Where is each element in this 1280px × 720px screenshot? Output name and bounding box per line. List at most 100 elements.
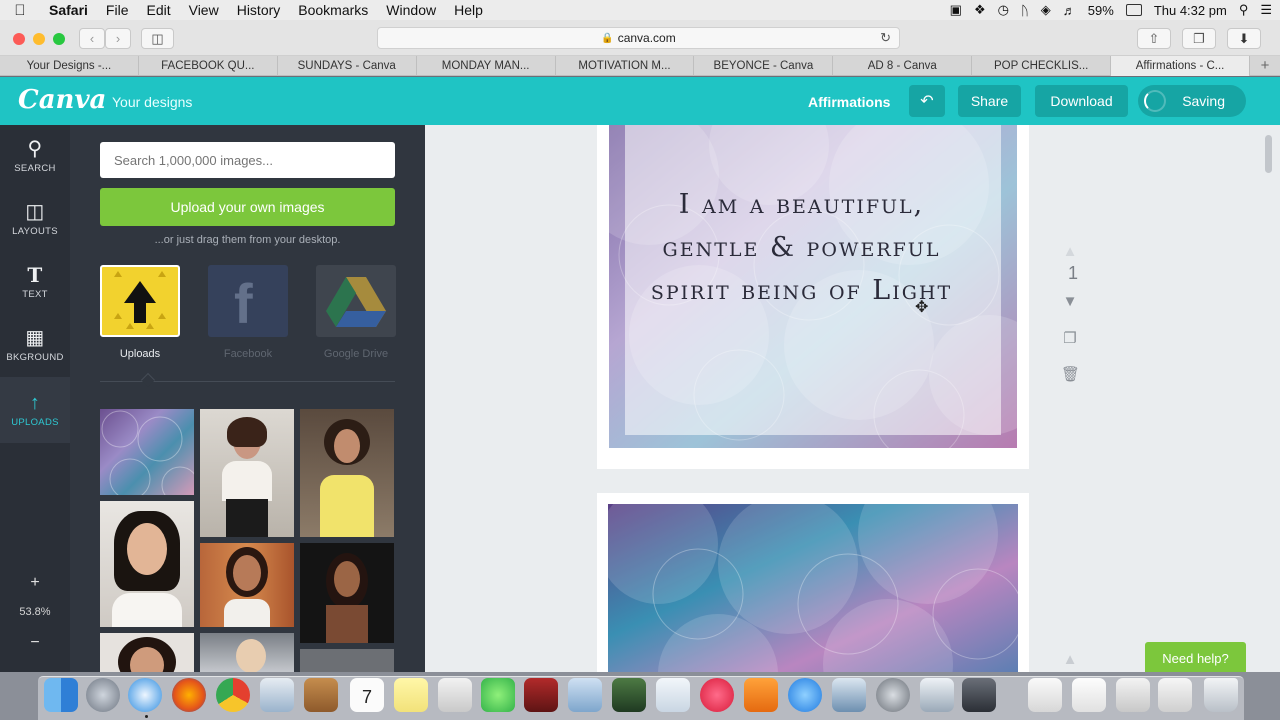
- safari-icon[interactable]: [128, 678, 162, 712]
- share-button[interactable]: Share: [958, 85, 1021, 117]
- delete-page-icon[interactable]: 🗑: [1061, 365, 1080, 383]
- launchpad-icon[interactable]: [86, 678, 120, 712]
- tab-monday[interactable]: MONDAY MAN...: [417, 56, 556, 76]
- tab-sundays[interactable]: SUNDAYS - Canva: [278, 56, 417, 76]
- back-button[interactable]: ‹: [79, 28, 105, 49]
- menu-edit[interactable]: Edit: [137, 2, 179, 18]
- clock[interactable]: Thu 4:32 pm: [1154, 3, 1227, 18]
- time-machine-icon[interactable]: ◷: [998, 2, 1009, 18]
- tab-motivation[interactable]: MOTIVATION M...: [556, 56, 695, 76]
- menu-history[interactable]: History: [228, 2, 290, 18]
- ibooks-icon[interactable]: [744, 678, 778, 712]
- tab-beyonce[interactable]: BEYONCE - Canva: [694, 56, 834, 76]
- zoom-out-button[interactable]: −: [25, 633, 45, 653]
- minimize-window-icon[interactable]: [33, 33, 45, 45]
- facebook-source[interactable]: f: [208, 265, 288, 337]
- menu-bookmarks[interactable]: Bookmarks: [289, 2, 377, 18]
- move-page-up-icon[interactable]: ▲: [1061, 243, 1079, 261]
- nav-layouts[interactable]: ◫ LAYOUTS: [0, 188, 70, 250]
- bluetooth-icon[interactable]: ᚢ: [1021, 3, 1029, 18]
- menu-app-name[interactable]: Safari: [40, 2, 97, 18]
- facetime-icon[interactable]: ▣: [950, 2, 962, 18]
- scrollbar[interactable]: [1265, 135, 1272, 173]
- uploaded-image-woman-partial-2[interactable]: [200, 633, 294, 672]
- uploaded-image-pattern[interactable]: [100, 409, 194, 495]
- uploaded-image-woman-brick-wall[interactable]: [200, 543, 294, 627]
- document-title[interactable]: Affirmations: [808, 94, 890, 110]
- uploaded-image-woman-dark[interactable]: [300, 543, 394, 643]
- reload-icon[interactable]: ↻: [880, 30, 891, 46]
- tab-facebook-quotes[interactable]: FACEBOOK QU...: [139, 56, 278, 76]
- tab-pop-checklist[interactable]: POP CHECKLIS...: [972, 56, 1112, 76]
- menu-file[interactable]: File: [97, 2, 138, 18]
- uploaded-image-woman-smiling[interactable]: [100, 501, 194, 627]
- dropbox-icon[interactable]: ❖: [974, 2, 986, 18]
- share-icon[interactable]: ⇧: [1137, 28, 1171, 49]
- sidebar-toggle-icon[interactable]: ◫: [141, 28, 174, 49]
- design-page-2[interactable]: [597, 493, 1029, 672]
- numbers-icon[interactable]: [656, 678, 690, 712]
- uploads-source[interactable]: [100, 265, 180, 337]
- image-capture-icon[interactable]: [920, 678, 954, 712]
- spotlight-icon[interactable]: ⚲: [1239, 2, 1249, 18]
- upload-images-button[interactable]: Upload your own images: [100, 188, 395, 226]
- new-tab-icon[interactable]: +: [1250, 56, 1280, 75]
- forward-button[interactable]: ›: [105, 28, 131, 49]
- menu-help[interactable]: Help: [445, 2, 492, 18]
- google-drive-source[interactable]: [316, 265, 396, 337]
- system-preferences-icon[interactable]: [876, 678, 910, 712]
- nav-text[interactable]: T TEXT: [0, 251, 70, 313]
- move-page-down-icon[interactable]: ▼: [1061, 293, 1079, 311]
- calendar-icon[interactable]: 7: [350, 678, 384, 712]
- trash-icon[interactable]: [1204, 678, 1238, 712]
- photo-booth-icon[interactable]: [524, 678, 558, 712]
- keynote-icon[interactable]: [832, 678, 866, 712]
- tab-ad-8[interactable]: AD 8 - Canva: [833, 56, 973, 76]
- battery-icon[interactable]: [1125, 4, 1142, 16]
- volume-icon[interactable]: ♬: [1063, 3, 1076, 18]
- address-bar[interactable]: 🔒 canva.com ↻: [377, 27, 900, 49]
- apple-icon[interactable]: : [0, 2, 40, 19]
- battery-percent[interactable]: 59%: [1088, 3, 1114, 18]
- finder-icon[interactable]: [44, 678, 78, 712]
- app-store-icon[interactable]: [788, 678, 822, 712]
- tab-affirmations[interactable]: Affirmations - C...: [1111, 56, 1251, 76]
- messages-icon[interactable]: [481, 678, 515, 712]
- download-button[interactable]: Download: [1035, 85, 1128, 117]
- documents-stack-icon[interactable]: [1072, 678, 1106, 712]
- preview-icon[interactable]: [568, 678, 602, 712]
- menu-view[interactable]: View: [180, 2, 228, 18]
- uploaded-image-woman-partial-3[interactable]: [300, 649, 394, 672]
- image-search-input[interactable]: [100, 142, 395, 178]
- uploaded-image-woman-partial-1[interactable]: [100, 633, 194, 672]
- menu-window[interactable]: Window: [377, 2, 445, 18]
- quote-text[interactable]: I am a beautiful, gentle & powerful spir…: [629, 183, 974, 312]
- itunes-icon[interactable]: [700, 678, 734, 712]
- mail-icon[interactable]: [260, 678, 294, 712]
- screen-recorder-icon[interactable]: [962, 678, 996, 712]
- nav-search[interactable]: ⚲ SEARCH: [0, 125, 70, 187]
- undo-button[interactable]: ↶: [909, 85, 945, 117]
- notes-icon[interactable]: [394, 678, 428, 712]
- reminders-icon[interactable]: [438, 678, 472, 712]
- chrome-icon[interactable]: [216, 678, 250, 712]
- screenshot-stack-icon[interactable]: [1116, 678, 1150, 712]
- contacts-icon[interactable]: [304, 678, 338, 712]
- design-page-1[interactable]: I am a beautiful, gentle & powerful spir…: [597, 125, 1029, 469]
- close-window-icon[interactable]: [13, 33, 25, 45]
- nav-uploads[interactable]: ↑ UPLOADS: [0, 377, 70, 443]
- fullscreen-window-icon[interactable]: [53, 33, 65, 45]
- nav-background[interactable]: ▦ BKGROUND: [0, 314, 70, 376]
- your-designs-link[interactable]: Your designs: [112, 94, 192, 110]
- zoom-in-button[interactable]: +: [25, 573, 45, 593]
- iphoto-icon[interactable]: [612, 678, 646, 712]
- uploaded-image-woman-white-blouse[interactable]: [200, 409, 294, 537]
- copy-page-icon[interactable]: ❐: [1061, 329, 1079, 347]
- need-help-button[interactable]: Need help?: [1145, 642, 1246, 672]
- add-page-icon[interactable]: ▲: [1061, 651, 1079, 669]
- notification-center-icon[interactable]: ☰: [1260, 2, 1272, 18]
- files-stack-icon[interactable]: [1158, 678, 1192, 712]
- canva-logo[interactable]: Canva: [18, 85, 106, 115]
- wifi-icon[interactable]: ◈: [1041, 2, 1051, 18]
- firefox-icon[interactable]: [172, 678, 206, 712]
